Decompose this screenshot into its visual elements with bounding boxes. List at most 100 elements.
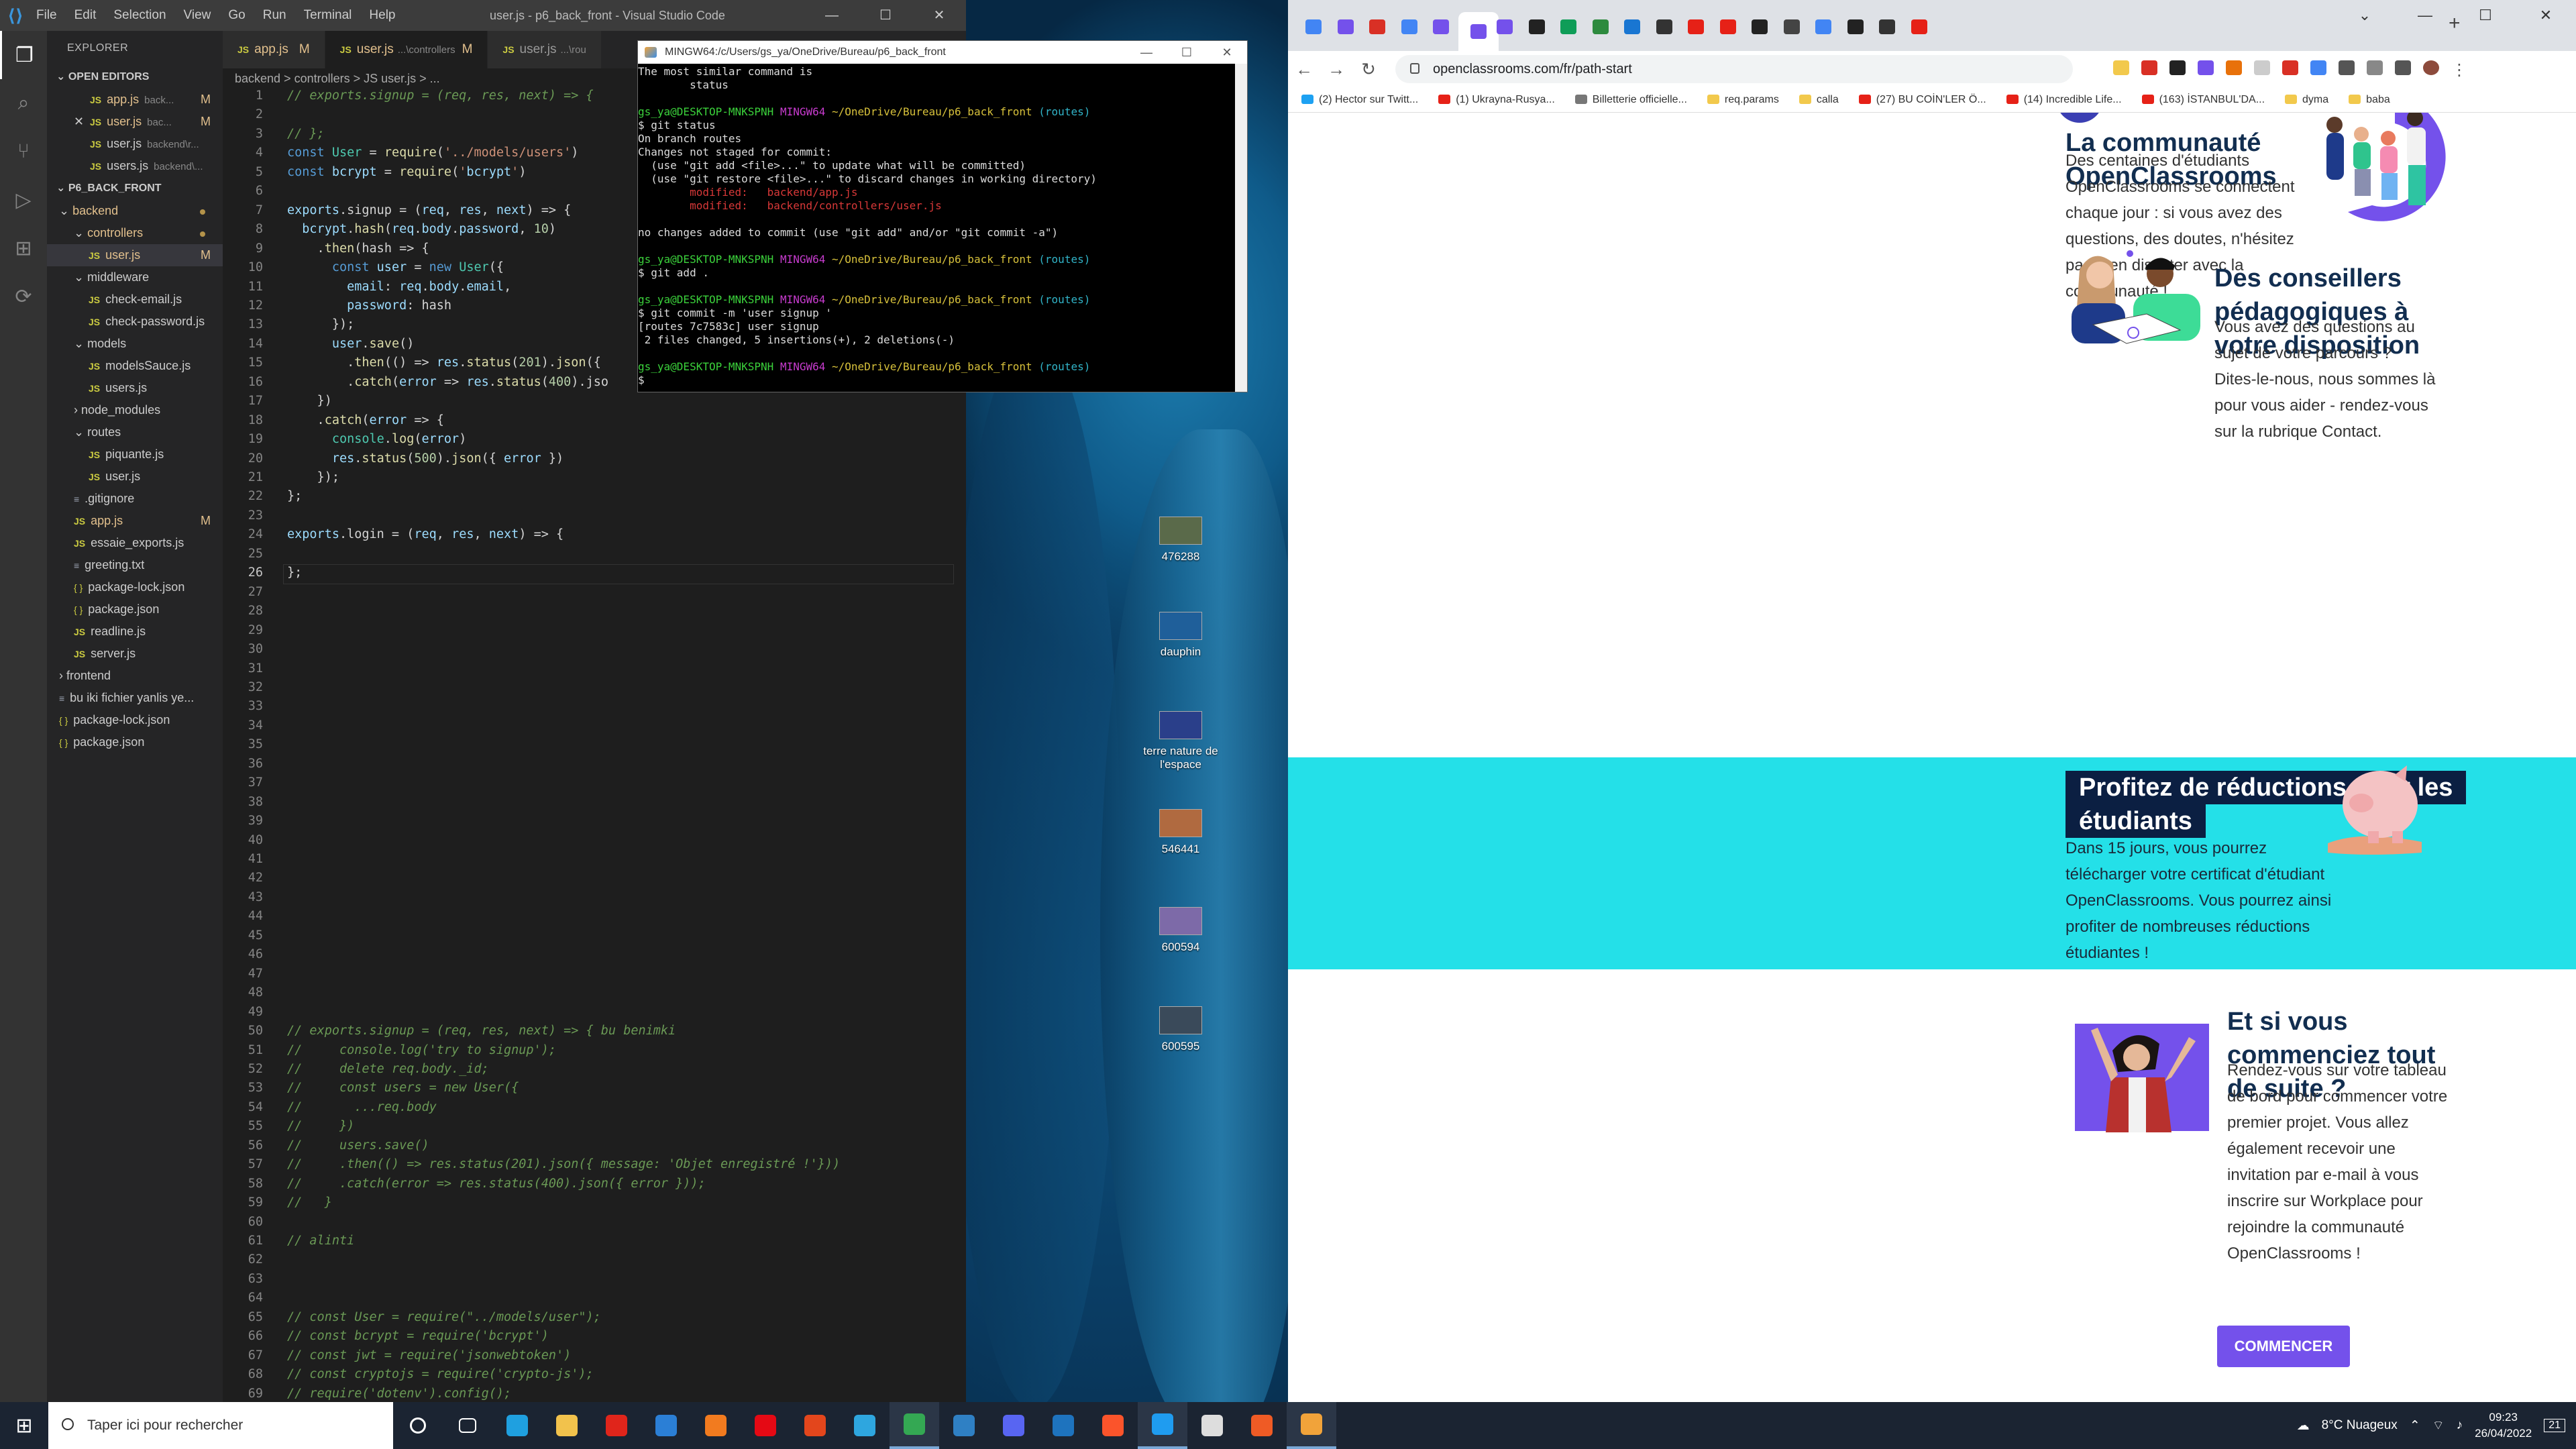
browser-tab[interactable] bbox=[1777, 12, 1807, 42]
desktop-icon[interactable]: 600595 bbox=[1134, 1006, 1228, 1053]
bookmark-item[interactable]: (1) Ukrayna-Rusya... bbox=[1438, 94, 1555, 106]
back-icon[interactable]: ← bbox=[1288, 59, 1320, 80]
file-tree-item[interactable]: › node_modules bbox=[47, 399, 223, 421]
mail-taskbar-icon[interactable] bbox=[641, 1402, 691, 1449]
firefox-taskbar-icon[interactable] bbox=[691, 1402, 741, 1449]
netflix-taskbar-icon[interactable] bbox=[741, 1402, 790, 1449]
browser-tab[interactable] bbox=[1841, 12, 1870, 42]
browser-tab[interactable] bbox=[1617, 12, 1647, 42]
file-tree-item[interactable]: JS piquante.js bbox=[47, 443, 223, 466]
extension-icon[interactable] bbox=[2198, 60, 2214, 75]
browser-tab[interactable] bbox=[1490, 12, 1519, 42]
bookmark-item[interactable]: (163) İSTANBUL'DA... bbox=[2141, 94, 2265, 106]
notification-badge[interactable]: 21 bbox=[2544, 1419, 2565, 1432]
bookmark-item[interactable]: baba bbox=[2349, 94, 2390, 106]
file-tree-item[interactable]: JS user.js bbox=[47, 466, 223, 488]
file-tree-item[interactable]: ⌄ backend bbox=[47, 200, 223, 222]
discord-taskbar-icon[interactable] bbox=[989, 1402, 1038, 1449]
close-icon[interactable]: ✕ bbox=[1207, 41, 1247, 64]
browser-tab[interactable] bbox=[1681, 12, 1711, 42]
close-icon[interactable]: ✕ bbox=[912, 0, 966, 31]
desktop-icon[interactable]: 546441 bbox=[1134, 809, 1228, 856]
bookmark-item[interactable]: dyma bbox=[2285, 94, 2328, 106]
postman-taskbar-icon[interactable] bbox=[1237, 1402, 1287, 1449]
clock[interactable]: 09:23 26/04/2022 bbox=[2475, 1409, 2532, 1442]
edge-taskbar-icon[interactable] bbox=[492, 1402, 542, 1449]
minimize-icon[interactable]: — bbox=[2395, 0, 2455, 31]
menu-item-help[interactable]: Help bbox=[369, 8, 395, 23]
file-tree-item[interactable]: { } package.json bbox=[47, 731, 223, 753]
bookmark-item[interactable]: (27) BU COİN'LER Ö... bbox=[1858, 94, 1986, 106]
chevron-up-icon[interactable]: ⌃ bbox=[2410, 1418, 2420, 1434]
task-view-taskbar-icon[interactable] bbox=[443, 1402, 492, 1449]
browser-tab[interactable] bbox=[1586, 12, 1615, 42]
open-editor-item[interactable]: ✕ JS user.js bac... M bbox=[47, 111, 223, 133]
menu-item-edit[interactable]: Edit bbox=[74, 8, 97, 23]
puzzle-icon[interactable] bbox=[2339, 60, 2355, 75]
telegram-taskbar-icon[interactable] bbox=[840, 1402, 890, 1449]
maximize-icon[interactable]: ☐ bbox=[2455, 0, 2516, 31]
maximize-icon[interactable]: ☐ bbox=[1167, 41, 1207, 64]
file-tree-item[interactable]: { } package-lock.json bbox=[47, 709, 223, 731]
source-control-icon[interactable]: ⑂ bbox=[0, 127, 47, 176]
editor-tab[interactable]: JS user.js ...\rou bbox=[488, 31, 602, 68]
git-bash-terminal-window[interactable]: MINGW64:/c/Users/gs_ya/OneDrive/Bureau/p… bbox=[637, 40, 1248, 392]
browser-tab[interactable] bbox=[1426, 12, 1456, 42]
opera-taskbar-icon[interactable] bbox=[592, 1402, 641, 1449]
desktop-icon[interactable]: 476288 bbox=[1134, 517, 1228, 564]
file-tree-item[interactable]: JS readline.js bbox=[47, 621, 223, 643]
browser-tab[interactable] bbox=[1362, 12, 1392, 42]
file-tree-item[interactable]: ⌄ controllers bbox=[47, 222, 223, 244]
browser-tab[interactable] bbox=[1650, 12, 1679, 42]
terminal-output[interactable]: The most similar command is status gs_ya@… bbox=[638, 64, 1247, 387]
close-icon[interactable]: ✕ bbox=[2516, 0, 2576, 31]
bookmark-item[interactable]: (2) Hector sur Twitt... bbox=[1301, 94, 1418, 106]
weather-icon[interactable]: ☁ bbox=[2297, 1418, 2310, 1434]
file-explorer-taskbar-icon[interactable] bbox=[542, 1402, 592, 1449]
extension-icon[interactable] bbox=[2282, 60, 2298, 75]
forward-icon[interactable]: → bbox=[1320, 59, 1352, 80]
file-tree-item[interactable]: JS check-password.js bbox=[47, 311, 223, 333]
bookmark-item[interactable]: Billetterie officielle... bbox=[1574, 94, 1687, 106]
project-section[interactable]: ⌄ P6_BACK_FRONT bbox=[47, 177, 223, 200]
avatar[interactable] bbox=[2423, 60, 2439, 75]
bookmark-item[interactable]: calla bbox=[1799, 94, 1839, 106]
file-tree-item[interactable]: JS essaie_exports.js bbox=[47, 532, 223, 554]
browser-tab[interactable] bbox=[1331, 12, 1360, 42]
file-tree-item[interactable]: ⌄ routes bbox=[47, 421, 223, 443]
app-tablet-taskbar-icon[interactable] bbox=[1038, 1402, 1088, 1449]
minimize-icon[interactable]: — bbox=[805, 0, 859, 31]
browser-tab[interactable] bbox=[1395, 12, 1424, 42]
file-tree-item[interactable]: ≡ bu iki fichier yanlis ye... bbox=[47, 687, 223, 709]
maximize-icon[interactable]: ☐ bbox=[859, 0, 912, 31]
weather-text[interactable]: 8°C Nuageux bbox=[2322, 1418, 2398, 1433]
lock-icon[interactable] bbox=[1410, 63, 1419, 74]
open-editor-item[interactable]: JS user.js backend\r... bbox=[47, 133, 223, 155]
file-tree-item[interactable]: JS app.js M bbox=[47, 510, 223, 532]
volume-icon[interactable]: ♪ bbox=[2457, 1418, 2463, 1433]
run-debug-icon[interactable]: ▷ bbox=[0, 176, 47, 224]
open-editors-section[interactable]: ⌄ OPEN EDITORS bbox=[47, 66, 223, 89]
tab-search-icon[interactable]: ⌄ bbox=[2334, 0, 2395, 31]
browser-tab[interactable] bbox=[1809, 12, 1838, 42]
breadcrumb[interactable]: backend > controllers > JS user.js > ... bbox=[235, 68, 440, 89]
extension-icon[interactable] bbox=[2226, 60, 2242, 75]
file-tree-item[interactable]: { } package-lock.json bbox=[47, 576, 223, 598]
file-tree-item[interactable]: JS server.js bbox=[47, 643, 223, 665]
desktop-icon[interactable]: terre nature de l'espace bbox=[1134, 711, 1228, 771]
browser-tab[interactable] bbox=[1713, 12, 1743, 42]
taskbar-search[interactable]: Taper ici pour rechercher bbox=[48, 1402, 393, 1449]
sidebar-icon[interactable] bbox=[2395, 60, 2411, 75]
file-tree-item[interactable]: ≡ greeting.txt bbox=[47, 554, 223, 576]
file-tree-item[interactable]: { } package.json bbox=[47, 598, 223, 621]
file-tree-item[interactable]: JS check-email.js bbox=[47, 288, 223, 311]
desktop-icon[interactable]: dauphin bbox=[1134, 612, 1228, 659]
browser-tab[interactable] bbox=[1522, 12, 1552, 42]
extension-icon[interactable] bbox=[2367, 60, 2383, 75]
browser-tab[interactable] bbox=[1745, 12, 1774, 42]
terminal-scrollbar[interactable] bbox=[1235, 64, 1247, 392]
bookmark-item[interactable]: req.params bbox=[1707, 94, 1779, 106]
menu-item-view[interactable]: View bbox=[184, 8, 211, 23]
cortana-taskbar-icon[interactable] bbox=[393, 1402, 443, 1449]
chrome-taskbar-icon[interactable] bbox=[890, 1402, 939, 1449]
